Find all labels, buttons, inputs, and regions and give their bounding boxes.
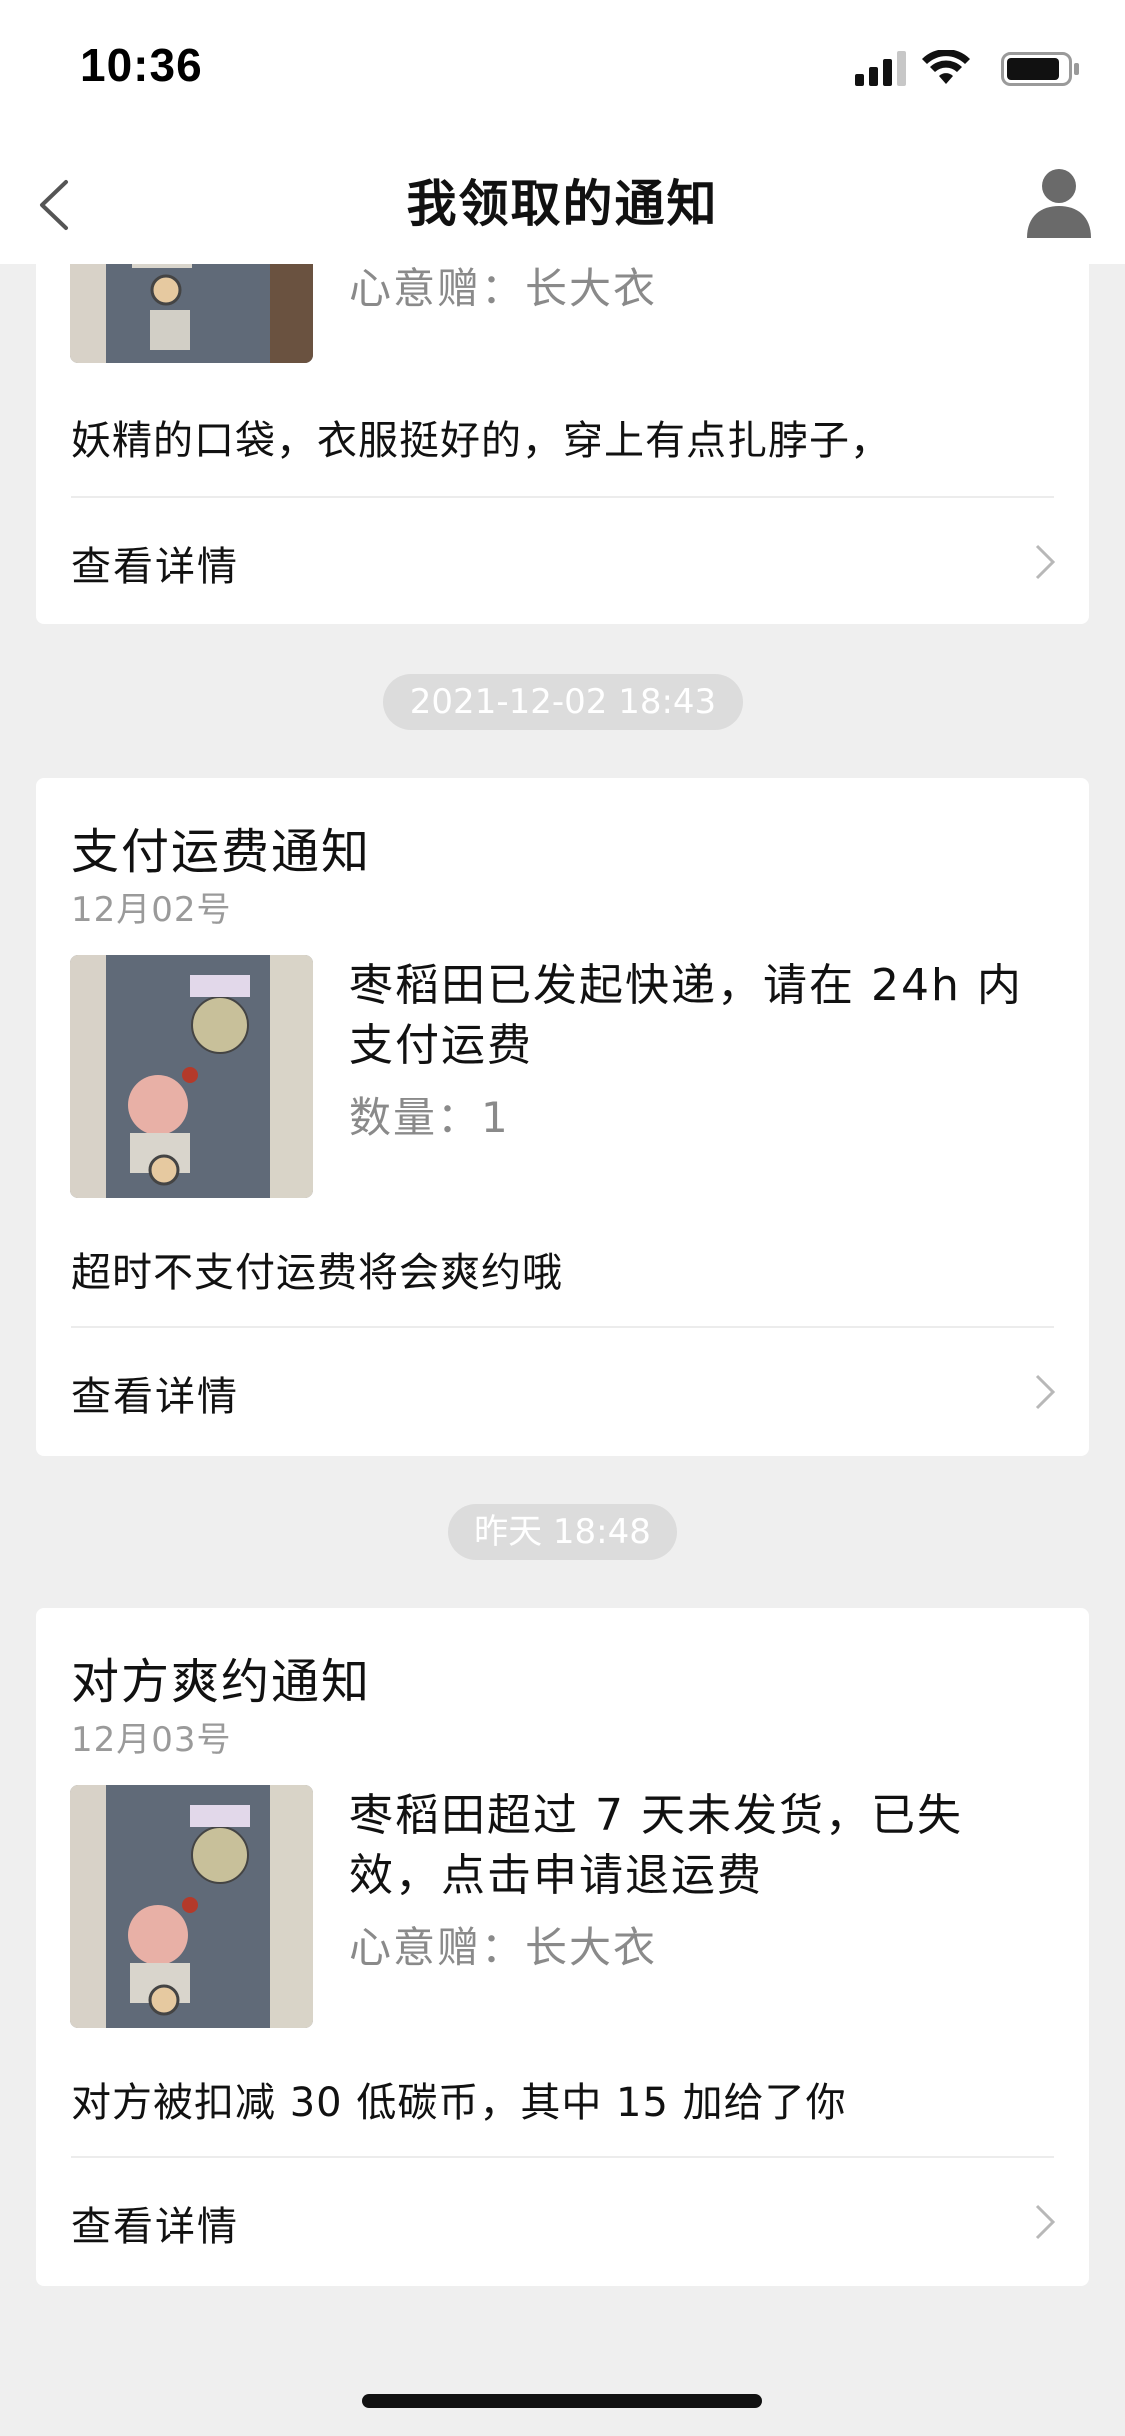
view-details-link[interactable]: 查看详情 xyxy=(36,1328,1089,1456)
coat-image xyxy=(70,1785,313,2028)
user-icon[interactable] xyxy=(1023,164,1095,240)
notification-message: 枣稻田已发起快递，请在 24h 内支付运费 xyxy=(349,960,1023,1071)
notification-title: 支付运费通知 xyxy=(71,824,372,880)
chevron-right-icon xyxy=(1035,1374,1056,1410)
notification-date: 12月02号 xyxy=(71,890,232,930)
gift-info: 心意赠：长大衣 xyxy=(349,1923,658,1972)
notification-list: 心意赠：长大衣 妖精的口袋，衣服挺好的，穿上有点扎脖子， 查看详情 2021-1… xyxy=(0,0,1125,2436)
view-details-label: 查看详情 xyxy=(71,2204,239,2250)
view-details-label: 查看详情 xyxy=(71,544,239,590)
product-thumbnail[interactable] xyxy=(70,1785,313,2028)
notification-note: 对方被扣减 30 低碳币，其中 15 加给了你 xyxy=(71,2080,847,2126)
timestamp-pill: 昨天 18:48 xyxy=(448,1504,677,1560)
quantity-info: 数量：1 xyxy=(349,1093,510,1142)
gift-info: 心意赠：长大衣 xyxy=(349,264,658,313)
coat-image xyxy=(70,955,313,1198)
status-time: 10:36 xyxy=(80,39,203,91)
status-bar: 10:36 xyxy=(0,0,1125,140)
timestamp-pill: 2021-12-02 18:43 xyxy=(383,674,743,730)
chevron-right-icon xyxy=(1035,2204,1056,2240)
wifi-icon xyxy=(922,50,970,84)
page-title: 我领取的通知 xyxy=(406,175,719,233)
product-thumbnail[interactable] xyxy=(70,955,313,1198)
signal-icon xyxy=(855,51,906,86)
notification-message: 枣稻田超过 7 天未发货，已失效，点击申请退运费 xyxy=(349,1790,963,1901)
view-details-label: 查看详情 xyxy=(71,1374,239,1420)
notification-card: 支付运费通知 12月02号 枣稻田已发起快递，请在 24h 内支付运费 数量：1… xyxy=(36,778,1089,1456)
notification-card: 对方爽约通知 12月03号 枣稻田超过 7 天未发货，已失效，点击申请退运费 心… xyxy=(36,1608,1089,2286)
nav-bar: 我领取的通知 xyxy=(0,140,1125,264)
notification-note: 超时不支付运费将会爽约哦 xyxy=(71,1250,563,1296)
view-details-link[interactable]: 查看详情 xyxy=(36,498,1089,624)
notification-note: 妖精的口袋，衣服挺好的，穿上有点扎脖子， xyxy=(71,418,891,464)
view-details-link[interactable]: 查看详情 xyxy=(36,2158,1089,2286)
notification-title: 对方爽约通知 xyxy=(71,1654,372,1710)
chevron-right-icon xyxy=(1035,544,1056,580)
battery-icon xyxy=(1001,52,1079,86)
notification-date: 12月03号 xyxy=(71,1720,232,1760)
